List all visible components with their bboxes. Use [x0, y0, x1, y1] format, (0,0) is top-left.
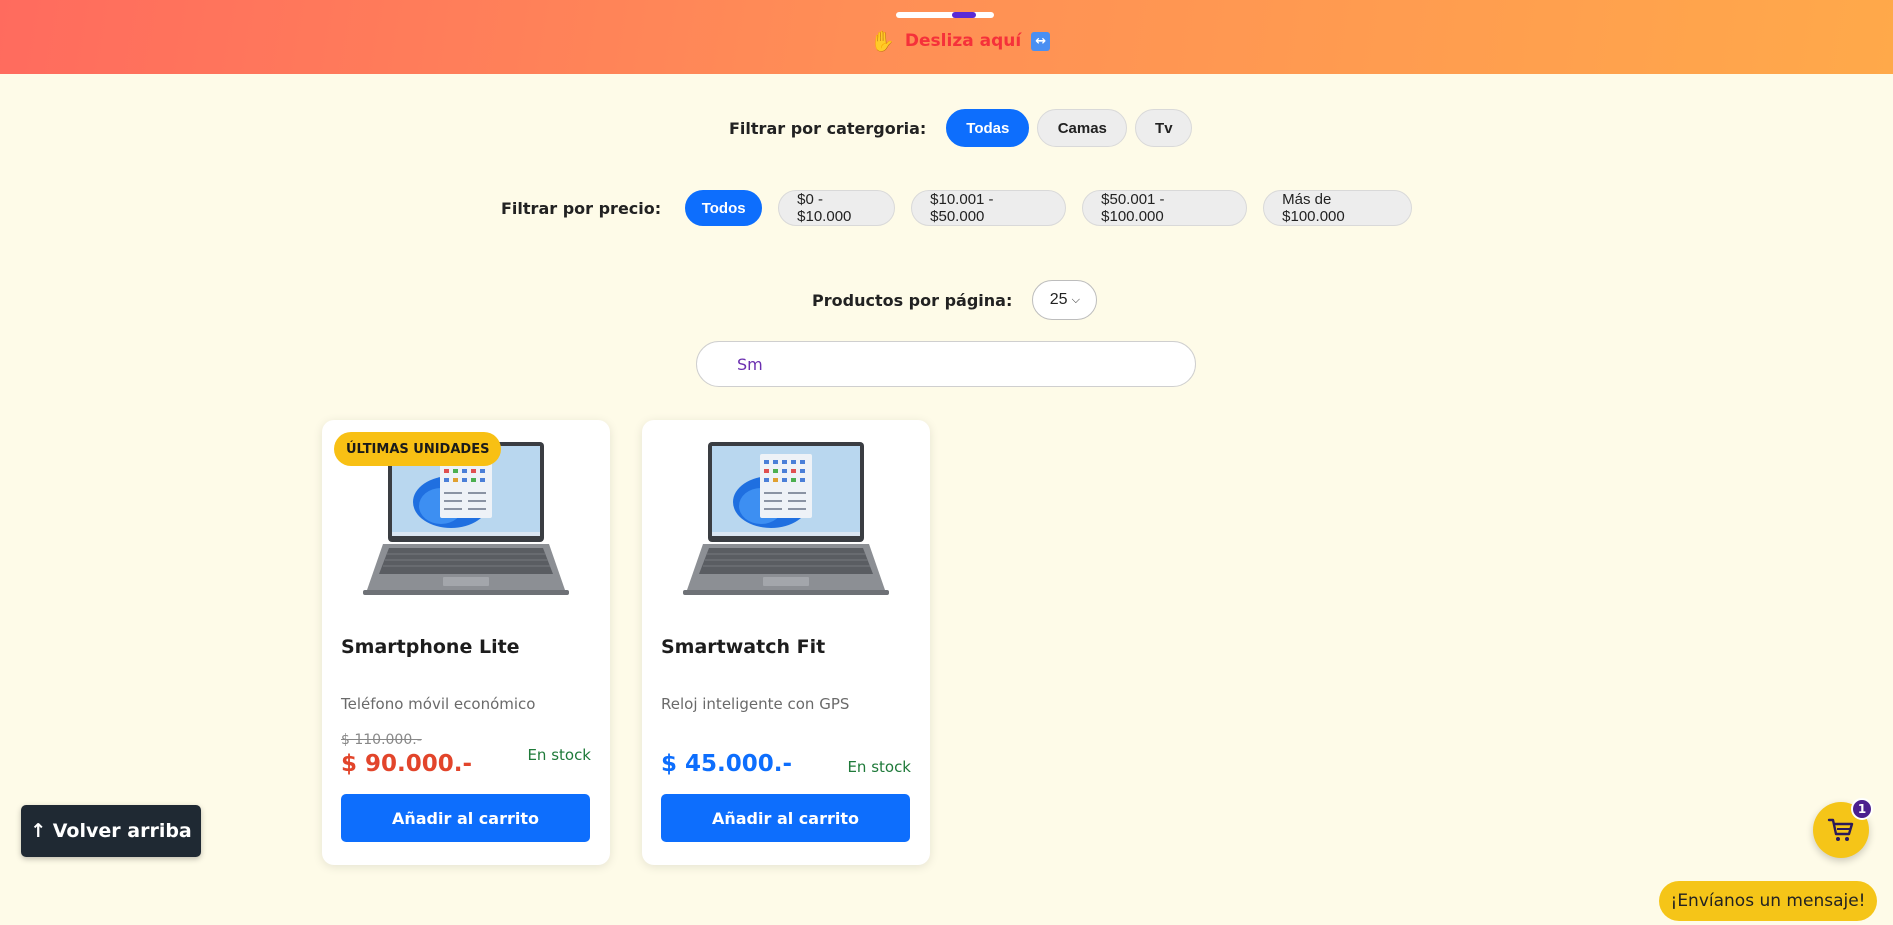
category-pill-tv[interactable]: Tv: [1135, 109, 1193, 147]
left-right-arrows-icon: ↔: [1031, 31, 1051, 51]
price-filter: Filtrar por precio: Todos $0 - $10.000 $…: [501, 190, 1413, 226]
category-filter: Filtrar por catergoria: Todas Camas Tv: [729, 109, 1193, 147]
product-name: Smartphone Lite: [341, 636, 520, 658]
stock-status: En stock: [527, 746, 591, 764]
price-pill-todos[interactable]: Todos: [685, 190, 763, 226]
search-input-value: Sm: [737, 354, 763, 374]
shopping-cart-icon: [1827, 818, 1854, 841]
per-page-label: Productos por página:: [812, 290, 1013, 310]
swipe-scroll-track[interactable]: [896, 12, 994, 18]
product-image[interactable]: [660, 440, 912, 600]
product-card: ÚLTIMAS UNIDADES Smartphone Lite Teléfon…: [322, 420, 610, 865]
price-pill-over-100000[interactable]: Más de $100.000: [1263, 190, 1413, 226]
swipe-banner[interactable]: ✋ Desliza aquí ↔: [0, 0, 1893, 74]
product-card: Smartwatch Fit Reloj inteligente con GPS…: [642, 420, 930, 865]
per-page-control: Productos por página: 25 ⌵: [812, 280, 1098, 320]
price-filter-label: Filtrar por precio:: [501, 198, 662, 218]
chevron-down-icon: ⌵: [1071, 293, 1080, 306]
product-price: $ 45.000.-: [661, 751, 793, 777]
search-input[interactable]: Sm: [696, 341, 1196, 387]
price-pill-10001-50000[interactable]: $10.001 - $50.000: [911, 190, 1067, 226]
back-to-top-button[interactable]: ↑ Volver arriba: [21, 805, 201, 857]
stock-status: En stock: [847, 758, 911, 776]
product-price: $ 90.000.-: [341, 751, 473, 777]
swipe-hint: ✋ Desliza aquí ↔: [870, 28, 1051, 54]
swipe-scroll-thumb[interactable]: [951, 12, 976, 18]
product-description: Teléfono móvil económico: [341, 695, 536, 713]
add-to-cart-button[interactable]: Añadir al carrito: [341, 794, 590, 842]
send-message-button[interactable]: ¡Envíanos un mensaje!: [1659, 881, 1877, 921]
product-description: Reloj inteligente con GPS: [661, 695, 850, 713]
product-name: Smartwatch Fit: [661, 636, 826, 658]
category-pill-todas[interactable]: Todas: [946, 109, 1030, 147]
hand-icon: ✋: [870, 29, 895, 53]
category-pill-camas[interactable]: Camas: [1037, 109, 1128, 147]
price-pill-0-10000[interactable]: $0 - $10.000: [778, 190, 896, 226]
per-page-select[interactable]: 25 ⌵: [1032, 280, 1098, 320]
cart-count-badge: 1: [1851, 798, 1873, 820]
product-old-price: $ 110.000.-: [341, 732, 422, 748]
category-filter-label: Filtrar por catergoria:: [729, 118, 927, 138]
swipe-hint-text: Desliza aquí: [904, 31, 1022, 51]
per-page-value: 25: [1049, 291, 1068, 308]
price-pill-50001-100000[interactable]: $50.001 - $100.000: [1082, 190, 1248, 226]
last-units-badge: ÚLTIMAS UNIDADES: [334, 432, 502, 466]
add-to-cart-button[interactable]: Añadir al carrito: [661, 794, 910, 842]
